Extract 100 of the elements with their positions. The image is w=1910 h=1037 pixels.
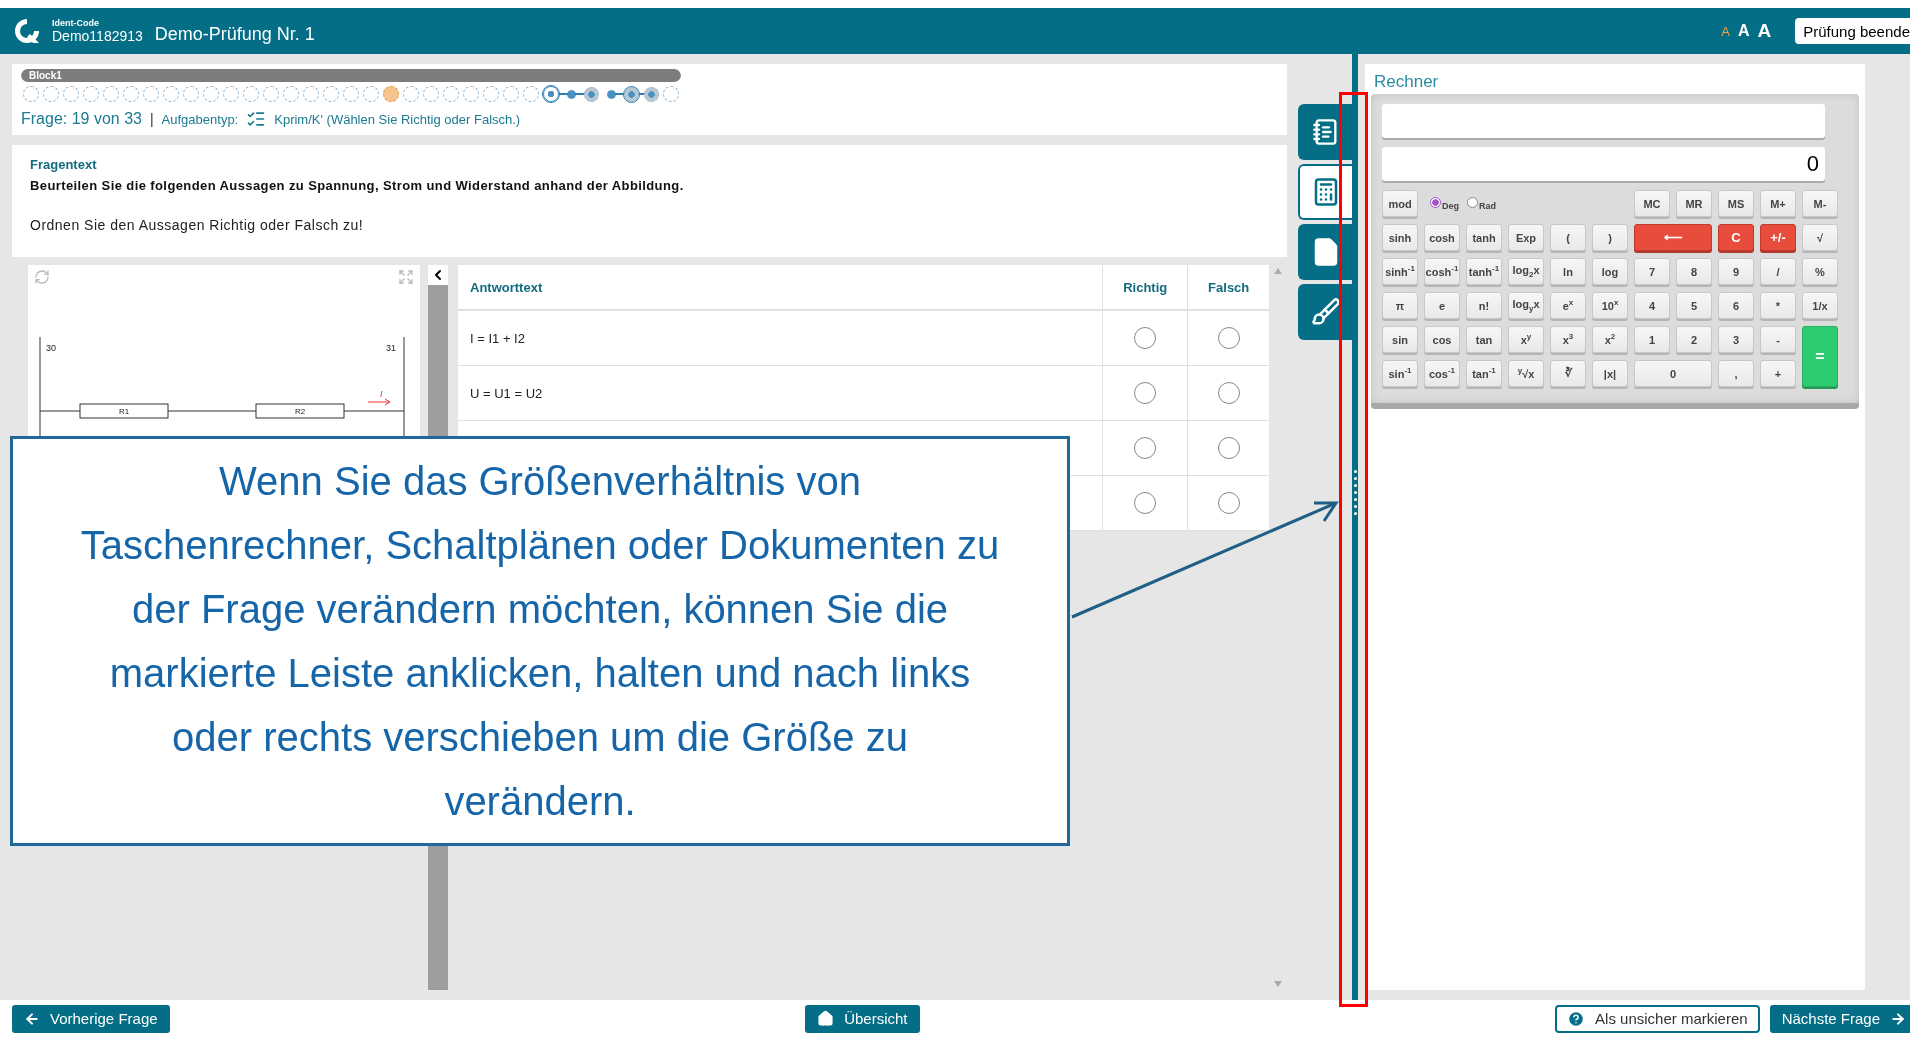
- question-dot[interactable]: [443, 86, 459, 102]
- calculator-key[interactable]: %: [1802, 258, 1838, 285]
- calculator-key[interactable]: 6: [1718, 292, 1754, 319]
- calculator-key[interactable]: cos$^{-1}$: [1424, 360, 1460, 387]
- question-dot[interactable]: [343, 86, 359, 102]
- calculator-key[interactable]: ): [1592, 224, 1628, 251]
- tool-tab[interactable]: [1298, 104, 1352, 160]
- calculator-key[interactable]: cosh: [1424, 224, 1460, 251]
- question-dot[interactable]: [503, 86, 519, 102]
- calculator-key[interactable]: -: [1760, 326, 1796, 353]
- angle-mode-option[interactable]: Rad: [1467, 196, 1497, 211]
- calculator-key[interactable]: 1/x: [1802, 292, 1838, 319]
- calculator-key[interactable]: √: [1802, 224, 1838, 251]
- radio-button[interactable]: [1134, 382, 1157, 404]
- calculator-key[interactable]: +: [1760, 360, 1796, 387]
- calculator-key[interactable]: tan: [1466, 326, 1502, 353]
- calculator-key[interactable]: x$^{3}$: [1550, 326, 1586, 353]
- calculator-key[interactable]: log$_{2}$x: [1508, 258, 1544, 285]
- tool-tab[interactable]: [1298, 224, 1352, 280]
- question-dot[interactable]: [363, 86, 379, 102]
- finish-exam-button[interactable]: Prüfung beende: [1795, 18, 1910, 44]
- refresh-icon[interactable]: [34, 269, 50, 285]
- calculator-key[interactable]: tanh: [1466, 224, 1502, 251]
- calculator-key[interactable]: 2: [1676, 326, 1712, 353]
- next-question-button[interactable]: Nächste Frage: [1769, 1004, 1910, 1033]
- calculator-key[interactable]: sinh$^{-1}$: [1382, 258, 1418, 285]
- tool-tab[interactable]: [1298, 284, 1352, 340]
- question-dot[interactable]: [143, 86, 159, 102]
- calculator-key[interactable]: π: [1382, 292, 1418, 319]
- calculator-key[interactable]: sinh: [1382, 224, 1418, 251]
- calculator-key[interactable]: e$^{x}$: [1550, 292, 1586, 319]
- question-dot[interactable]: [423, 86, 439, 102]
- memory-key[interactable]: MC: [1634, 190, 1670, 217]
- question-dot[interactable]: [623, 86, 639, 102]
- calculator-key[interactable]: log$_{y}$x: [1508, 292, 1544, 319]
- calculator-key[interactable]: ,: [1718, 360, 1754, 387]
- calculator-key[interactable]: (: [1550, 224, 1586, 251]
- calculator-key[interactable]: sin$^{-1}$: [1382, 360, 1418, 387]
- memory-key[interactable]: MR: [1676, 190, 1712, 217]
- radio-button[interactable]: [1134, 492, 1157, 514]
- calculator-key[interactable]: x$^{y}$: [1508, 326, 1544, 353]
- question-dot[interactable]: [303, 86, 319, 102]
- calculator-key[interactable]: tan$^{-1}$: [1466, 360, 1502, 387]
- question-dot[interactable]: [103, 86, 119, 102]
- calculator-key[interactable]: ⟵: [1634, 224, 1712, 251]
- calculator-key[interactable]: /: [1760, 258, 1796, 285]
- memory-key[interactable]: M-: [1802, 190, 1838, 217]
- font-size-button[interactable]: A: [1753, 20, 1776, 42]
- calculator-key[interactable]: x$^{2}$: [1592, 326, 1628, 353]
- radio-button[interactable]: [1217, 382, 1240, 404]
- question-dot[interactable]: [23, 86, 39, 102]
- scroll-up-icon[interactable]: [1273, 267, 1284, 275]
- question-dot[interactable]: [403, 86, 419, 102]
- question-dot[interactable]: [123, 86, 139, 102]
- calculator-key[interactable]: 3: [1718, 326, 1754, 353]
- calculator-key[interactable]: 1: [1634, 326, 1670, 353]
- calculator-key[interactable]: mod: [1382, 190, 1418, 217]
- scroll-down-icon[interactable]: [1273, 980, 1284, 988]
- question-dot[interactable]: [383, 86, 399, 102]
- question-dot[interactable]: [583, 86, 599, 102]
- calculator-key[interactable]: log: [1592, 258, 1628, 285]
- question-dot[interactable]: [63, 86, 79, 102]
- question-dot[interactable]: [643, 86, 659, 102]
- mark-unsure-button[interactable]: Als unsicher markieren: [1555, 1004, 1760, 1033]
- memory-key[interactable]: M+: [1760, 190, 1796, 217]
- calculator-key[interactable]: cosh$^{-1}$: [1424, 258, 1460, 285]
- calculator-key[interactable]: 5: [1676, 292, 1712, 319]
- question-dot[interactable]: [607, 90, 615, 98]
- overview-button[interactable]: Übersicht: [805, 1004, 920, 1033]
- calculator-key[interactable]: $^{y}$√x: [1508, 360, 1544, 387]
- calculator-key[interactable]: 8: [1676, 258, 1712, 285]
- question-dot[interactable]: [163, 86, 179, 102]
- question-dot[interactable]: [283, 86, 299, 102]
- question-dot[interactable]: [183, 86, 199, 102]
- angle-mode-option[interactable]: Deg: [1430, 196, 1459, 211]
- calculator-key[interactable]: C: [1718, 224, 1754, 251]
- radio-button[interactable]: [1134, 437, 1157, 459]
- radio-button[interactable]: [1134, 327, 1157, 349]
- calculator-key[interactable]: cos: [1424, 326, 1460, 353]
- question-dot[interactable]: [463, 86, 479, 102]
- calculator-key[interactable]: Exp: [1508, 224, 1544, 251]
- calculator-key[interactable]: 10$^{x}$: [1592, 292, 1628, 319]
- calculator-key[interactable]: tanh$^{-1}$: [1466, 258, 1502, 285]
- calculator-key[interactable]: 9: [1718, 258, 1754, 285]
- question-dot[interactable]: [83, 86, 99, 102]
- font-size-button[interactable]: A: [1733, 22, 1754, 40]
- question-dot[interactable]: [567, 90, 575, 98]
- question-dot[interactable]: [243, 86, 259, 102]
- calculator-key[interactable]: ln: [1550, 258, 1586, 285]
- question-dot[interactable]: [223, 86, 239, 102]
- calculator-key[interactable]: 0: [1634, 360, 1712, 387]
- fullscreen-icon[interactable]: [398, 269, 414, 285]
- memory-key[interactable]: MS: [1718, 190, 1754, 217]
- question-dot[interactable]: [263, 86, 279, 102]
- previous-question-button[interactable]: Vorherige Frage: [12, 1004, 170, 1033]
- question-dot[interactable]: [543, 86, 559, 102]
- calculator-key[interactable]: n!: [1466, 292, 1502, 319]
- question-dot[interactable]: [323, 86, 339, 102]
- question-dot[interactable]: [43, 86, 59, 102]
- question-dot[interactable]: [523, 86, 539, 102]
